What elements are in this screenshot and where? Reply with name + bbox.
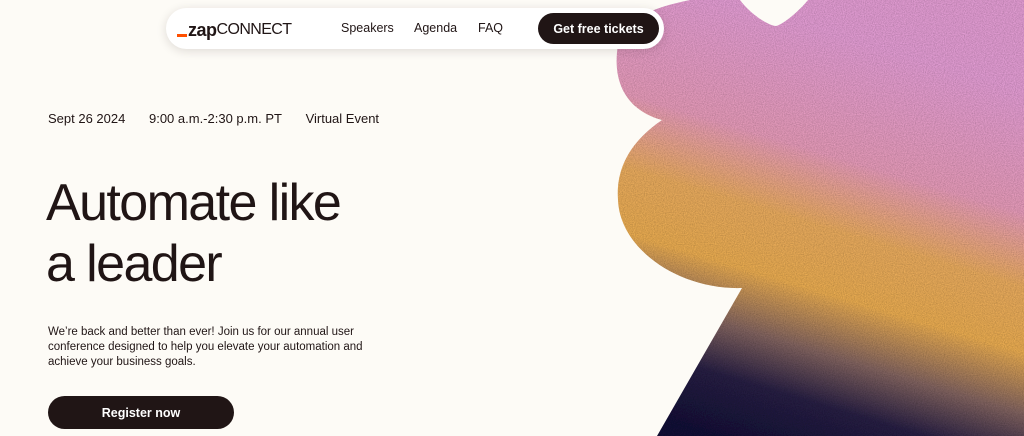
get-free-tickets-button[interactable]: Get free tickets bbox=[538, 13, 659, 44]
hero-headline-line-2: a leader bbox=[46, 235, 223, 293]
nav-link-faq[interactable]: FAQ bbox=[478, 20, 503, 36]
landing-page: zap CONNECT Speakers Agenda FAQ Get free… bbox=[0, 0, 1024, 436]
hero-description: We’re back and better than ever! Join us… bbox=[48, 326, 363, 368]
event-time: 9:00 a.m.-2:30 p.m. PT bbox=[148, 111, 282, 126]
logo-connect-text: CONNECT bbox=[216, 21, 293, 38]
event-meta: Sept 26 2024 9:00 a.m.-2:30 p.m. PT Virt… bbox=[48, 111, 379, 127]
logo-accent-dash bbox=[177, 34, 187, 37]
nav-link-speakers[interactable]: Speakers bbox=[341, 20, 394, 36]
event-date: Sept 26 2024 bbox=[48, 111, 126, 126]
hero-headline-line-1: Automate like bbox=[46, 174, 342, 232]
event-format: Virtual Event bbox=[305, 111, 380, 126]
logo-zap-text: zap bbox=[188, 20, 217, 40]
top-nav: zap CONNECT Speakers Agenda FAQ Get free… bbox=[166, 8, 664, 49]
nav-link-agenda[interactable]: Agenda bbox=[414, 20, 457, 36]
register-now-button[interactable]: Register now bbox=[48, 396, 234, 429]
hero-headline: Automate like a leader bbox=[46, 173, 342, 295]
zapconnect-logo[interactable]: zap CONNECT bbox=[177, 18, 293, 40]
